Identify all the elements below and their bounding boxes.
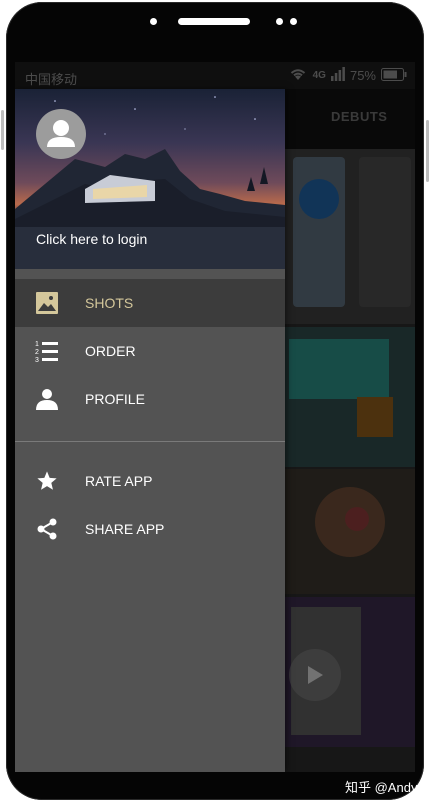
shot-card[interactable] bbox=[285, 469, 415, 594]
star-icon bbox=[35, 469, 59, 493]
phone-screen: 中国移动 4G 75% DEBUTS Click here to login S… bbox=[15, 62, 415, 772]
shots-grid bbox=[285, 149, 415, 772]
status-bar: 中国移动 4G 75% bbox=[15, 62, 415, 89]
person-icon bbox=[35, 387, 59, 411]
numbered-list-icon: 123 bbox=[35, 339, 59, 363]
shot-card[interactable] bbox=[285, 149, 415, 324]
phone-sensor-dot bbox=[290, 18, 297, 25]
shot-card[interactable] bbox=[285, 597, 415, 747]
person-icon bbox=[47, 120, 75, 147]
login-link[interactable]: Click here to login bbox=[36, 231, 147, 247]
signal-icon bbox=[330, 67, 345, 84]
bird-eye bbox=[345, 507, 369, 531]
phone-sensor-dot bbox=[276, 18, 283, 25]
drawer-item-label: SHOTS bbox=[85, 295, 134, 311]
wifi-icon bbox=[288, 67, 308, 84]
avatar[interactable] bbox=[36, 109, 86, 159]
navigation-drawer: Click here to login SHOTS 123 ORDER PROF… bbox=[15, 89, 285, 772]
shot-thumbnail bbox=[357, 397, 393, 437]
battery-icon bbox=[381, 67, 407, 84]
svg-text:3: 3 bbox=[35, 357, 39, 362]
drawer-item-label: ORDER bbox=[85, 343, 136, 359]
play-icon[interactable] bbox=[289, 649, 341, 701]
shot-thumbnail bbox=[289, 339, 389, 399]
shot-card[interactable] bbox=[285, 327, 415, 467]
svg-text:1: 1 bbox=[35, 341, 39, 348]
carrier-label: 中国移动 bbox=[25, 72, 78, 87]
watermark: 知乎 @Andy bbox=[345, 780, 418, 795]
phone-speaker bbox=[178, 18, 250, 25]
phone-side-button-left bbox=[1, 110, 4, 150]
svg-text:2: 2 bbox=[35, 349, 39, 356]
drawer-item-label: RATE APP bbox=[85, 473, 153, 489]
share-icon bbox=[35, 517, 59, 541]
shot-thumbnail bbox=[359, 157, 411, 307]
shot-circle bbox=[299, 179, 339, 219]
image-icon bbox=[35, 291, 59, 315]
phone-camera-dot bbox=[150, 18, 157, 25]
drawer-item-profile[interactable]: PROFILE bbox=[15, 375, 285, 423]
drawer-item-rate-app[interactable]: RATE APP bbox=[15, 457, 285, 505]
drawer-item-order[interactable]: 123 ORDER bbox=[15, 327, 285, 375]
drawer-header[interactable]: Click here to login bbox=[15, 89, 285, 269]
drawer-divider bbox=[15, 441, 285, 442]
network-label: 4G bbox=[312, 70, 326, 81]
drawer-item-shots[interactable]: SHOTS bbox=[15, 279, 285, 327]
drawer-item-label: PROFILE bbox=[85, 391, 145, 407]
status-indicators: 4G 75% bbox=[288, 67, 407, 84]
tab-debuts[interactable]: DEBUTS bbox=[331, 109, 387, 124]
drawer-item-share-app[interactable]: SHARE APP bbox=[15, 505, 285, 553]
drawer-item-label: SHARE APP bbox=[85, 521, 165, 537]
battery-label: 75% bbox=[349, 68, 376, 83]
phone-side-button-right bbox=[426, 120, 429, 182]
